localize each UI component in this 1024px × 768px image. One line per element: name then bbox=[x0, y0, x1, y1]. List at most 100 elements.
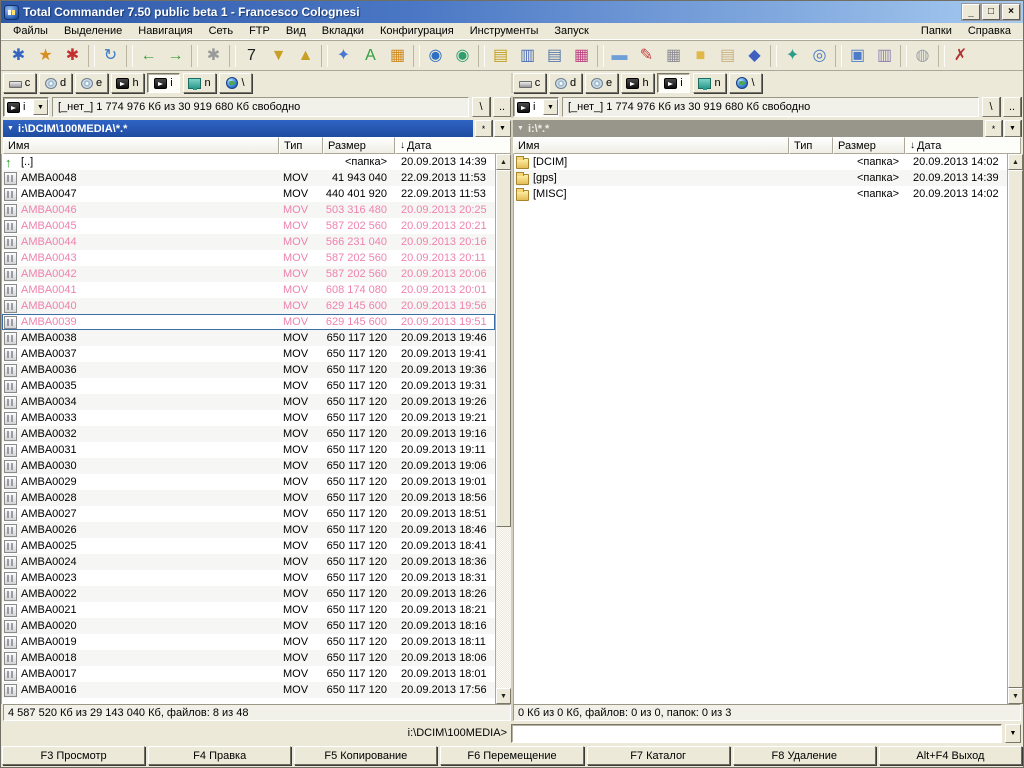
log-icon[interactable]: ▤ bbox=[487, 43, 514, 69]
header-name[interactable]: Имя bbox=[3, 137, 279, 154]
toolbar-separator[interactable] bbox=[597, 45, 604, 67]
menu-item[interactable]: Справка bbox=[960, 24, 1019, 38]
file-row[interactable]: AMBA0045 MOV 587 202 560 20.09.2013 20:2… bbox=[2, 218, 495, 234]
folder-tool-icon[interactable]: ■ bbox=[687, 43, 714, 69]
disk-search-icon[interactable]: ◎ bbox=[806, 43, 833, 69]
drive-i-button[interactable]: i bbox=[657, 73, 690, 93]
command-history-button[interactable]: ▼ bbox=[1005, 724, 1021, 743]
toolbar-separator[interactable] bbox=[900, 45, 907, 67]
file-row[interactable]: [DCIM] <папка> 20.09.2013 14:02 bbox=[514, 154, 1007, 170]
altf4-exit-button[interactable]: Alt+F4 Выход bbox=[879, 746, 1022, 765]
restore-button[interactable]: □ bbox=[982, 4, 1000, 20]
tools-wand-icon[interactable]: ✦ bbox=[779, 43, 806, 69]
toolbar-separator[interactable] bbox=[88, 45, 95, 67]
filter-button[interactable]: * bbox=[475, 120, 492, 137]
pack-files-icon[interactable]: ▼ bbox=[265, 43, 292, 69]
f8-delete-button[interactable]: F8 Удаление bbox=[733, 746, 876, 765]
settings-icon[interactable]: ✱ bbox=[59, 43, 86, 69]
compare-files-icon[interactable]: ▤ bbox=[541, 43, 568, 69]
drive-root-button[interactable]: \ bbox=[729, 73, 762, 93]
file-row[interactable]: AMBA0035 MOV 650 117 120 20.09.2013 19:3… bbox=[2, 378, 495, 394]
file-row[interactable]: AMBA0042 MOV 587 202 560 20.09.2013 20:0… bbox=[2, 266, 495, 282]
calculator-icon[interactable]: ▦ bbox=[660, 43, 687, 69]
display-icon[interactable]: ▣ bbox=[844, 43, 871, 69]
drive-select-arrow[interactable]: ▼ bbox=[543, 99, 558, 115]
cd-burn-icon[interactable]: ◍ bbox=[909, 43, 936, 69]
file-row[interactable]: AMBA0019 MOV 650 117 120 20.09.2013 18:1… bbox=[2, 634, 495, 650]
scroll-track[interactable] bbox=[496, 170, 511, 688]
file-row[interactable]: AMBA0025 MOV 650 117 120 20.09.2013 18:4… bbox=[2, 538, 495, 554]
network-place-icon[interactable]: ◉ bbox=[449, 43, 476, 69]
drive-e-button[interactable]: e bbox=[585, 73, 618, 93]
configuration-icon[interactable]: ✱ bbox=[5, 43, 32, 69]
command-input[interactable] bbox=[511, 724, 1002, 743]
file-row[interactable]: AMBA0033 MOV 650 117 120 20.09.2013 19:2… bbox=[2, 410, 495, 426]
scroll-down-button[interactable]: ▼ bbox=[1008, 688, 1023, 704]
file-row[interactable]: AMBA0017 MOV 650 117 120 20.09.2013 18:0… bbox=[2, 666, 495, 682]
menu-item[interactable]: Инструменты bbox=[462, 24, 547, 38]
file-row[interactable]: AMBA0029 MOV 650 117 120 20.09.2013 19:0… bbox=[2, 474, 495, 490]
header-name[interactable]: Имя bbox=[513, 137, 789, 154]
file-row[interactable]: AMBA0031 MOV 650 117 120 20.09.2013 19:1… bbox=[2, 442, 495, 458]
f6-move-button[interactable]: F6 Перемещение bbox=[440, 746, 583, 765]
scroll-thumb[interactable] bbox=[1008, 170, 1023, 688]
file-row[interactable]: AMBA0032 MOV 650 117 120 20.09.2013 19:1… bbox=[2, 426, 495, 442]
forward-icon[interactable]: → bbox=[162, 43, 189, 69]
search-doc-icon[interactable]: ▥ bbox=[514, 43, 541, 69]
file-row[interactable]: [MISC] <папка> 20.09.2013 14:02 bbox=[514, 186, 1007, 202]
menu-item[interactable]: FTP bbox=[241, 24, 278, 38]
file-row[interactable]: AMBA0021 MOV 650 117 120 20.09.2013 18:2… bbox=[2, 602, 495, 618]
minimize-button[interactable]: _ bbox=[962, 4, 980, 20]
file-row[interactable]: AMBA0044 MOV 566 231 040 20.09.2013 20:1… bbox=[2, 234, 495, 250]
header-date[interactable]: ↓Дата bbox=[905, 137, 1021, 154]
paint-icon[interactable]: ✎ bbox=[633, 43, 660, 69]
color-grid-icon[interactable]: ▦ bbox=[568, 43, 595, 69]
network-globe-icon[interactable]: ◉ bbox=[422, 43, 449, 69]
multi-rename-icon[interactable]: ✦ bbox=[330, 43, 357, 69]
toolbar-separator[interactable] bbox=[835, 45, 842, 67]
file-row[interactable]: AMBA0027 MOV 650 117 120 20.09.2013 18:5… bbox=[2, 506, 495, 522]
file-row[interactable]: AMBA0018 MOV 650 117 120 20.09.2013 18:0… bbox=[2, 650, 495, 666]
f4-edit-button[interactable]: F4 Правка bbox=[148, 746, 291, 765]
scroll-track[interactable] bbox=[1008, 170, 1023, 688]
toolbar-separator[interactable] bbox=[191, 45, 198, 67]
file-row[interactable]: AMBA0046 MOV 503 316 480 20.09.2013 20:2… bbox=[2, 202, 495, 218]
current-path-active[interactable]: ▼ i:\DCIM\100MEDIA\*.* bbox=[3, 120, 473, 137]
file-row[interactable]: AMBA0038 MOV 650 117 120 20.09.2013 19:4… bbox=[2, 330, 495, 346]
toolbar-separator[interactable] bbox=[321, 45, 328, 67]
menu-item[interactable]: Папки bbox=[913, 24, 960, 38]
drive-d-button[interactable]: d bbox=[549, 73, 582, 93]
drive-h-button[interactable]: h bbox=[621, 73, 654, 93]
close-button[interactable]: × bbox=[1002, 4, 1020, 20]
goto-root-button[interactable]: \ bbox=[982, 97, 1000, 117]
file-row[interactable]: AMBA0039 MOV 629 145 600 20.09.2013 19:5… bbox=[2, 314, 495, 330]
file-row[interactable]: AMBA0036 MOV 650 117 120 20.09.2013 19:3… bbox=[2, 362, 495, 378]
goto-parent-button[interactable]: .. bbox=[493, 97, 511, 117]
goto-parent-button[interactable]: .. bbox=[1003, 97, 1021, 117]
sort-date-icon[interactable]: ▦ bbox=[384, 43, 411, 69]
file-row[interactable]: [gps] <папка> 20.09.2013 14:39 bbox=[514, 170, 1007, 186]
notepad-icon[interactable]: ▬ bbox=[606, 43, 633, 69]
menu-item[interactable]: Запуск bbox=[546, 24, 596, 38]
plugin-icon[interactable]: ◆ bbox=[741, 43, 768, 69]
scroll-up-button[interactable]: ▲ bbox=[496, 154, 511, 170]
unpack-files-icon[interactable]: ▲ bbox=[292, 43, 319, 69]
filter-button[interactable]: * bbox=[985, 120, 1002, 137]
current-path-inactive[interactable]: ▼ i:\*.* bbox=[513, 120, 983, 137]
sort-az-icon[interactable]: A bbox=[357, 43, 384, 69]
pack-7z-icon[interactable]: 7 bbox=[238, 43, 265, 69]
scroll-down-button[interactable]: ▼ bbox=[496, 688, 511, 704]
menu-item[interactable]: Конфигурация bbox=[372, 24, 462, 38]
drive-n-button[interactable]: n bbox=[183, 73, 216, 93]
menu-item[interactable]: Вид bbox=[278, 24, 314, 38]
f5-copy-button[interactable]: F5 Копирование bbox=[294, 746, 437, 765]
toolbar-separator[interactable] bbox=[478, 45, 485, 67]
goto-root-button[interactable]: \ bbox=[472, 97, 490, 117]
drive-e-button[interactable]: e bbox=[75, 73, 108, 93]
file-row[interactable]: AMBA0043 MOV 587 202 560 20.09.2013 20:1… bbox=[2, 250, 495, 266]
right-scrollbar[interactable]: ▲ ▼ bbox=[1007, 154, 1023, 704]
menu-item[interactable]: Сеть bbox=[201, 24, 241, 38]
drive-c-button[interactable]: c bbox=[513, 73, 546, 93]
menu-item[interactable]: Файлы bbox=[5, 24, 56, 38]
f7-mkdir-button[interactable]: F7 Каталог bbox=[587, 746, 730, 765]
